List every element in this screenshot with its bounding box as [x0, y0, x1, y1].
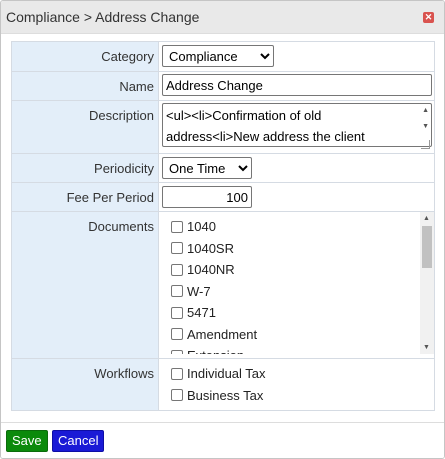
periodicity-field-cell: One Time: [158, 153, 435, 183]
document-item[interactable]: 1040SR: [171, 238, 434, 260]
periodicity-label-cell: Periodicity: [11, 153, 159, 183]
checkbox[interactable]: [171, 285, 183, 298]
form-table: Category Compliance Name Description <: [11, 41, 435, 411]
description-field-cell: <ul><li>Confirmation of old address<li>N…: [158, 100, 435, 154]
footer: Save Cancel: [1, 422, 444, 458]
workflow-item-label: Individual Tax: [187, 366, 266, 382]
name-label-cell: Name: [11, 71, 159, 101]
fee-field-cell: [158, 182, 435, 212]
description-textarea[interactable]: <ul><li>Confirmation of old address<li>N…: [162, 103, 432, 147]
workflow-item-label: Business Tax: [187, 387, 264, 403]
document-item[interactable]: 5471: [171, 302, 434, 324]
document-item-label: Extension: [187, 348, 244, 354]
periodicity-label: Periodicity: [94, 161, 154, 176]
close-icon[interactable]: ✕: [423, 12, 434, 23]
category-label-cell: Category: [11, 41, 159, 72]
documents-field-cell: 1040 1040SR 1040NR W-7 5471 Amendment Extensio…: [158, 211, 435, 359]
document-item[interactable]: 1040NR: [171, 259, 434, 281]
periodicity-select[interactable]: One Time: [162, 157, 252, 179]
workflow-item[interactable]: Individual Tax: [171, 363, 434, 385]
documents-list[interactable]: 1040 1040SR 1040NR W-7 5471 Amendment Extensio…: [162, 212, 434, 354]
checkbox[interactable]: [171, 349, 183, 354]
category-label: Category: [101, 49, 154, 64]
workflow-item[interactable]: Business Tax: [171, 385, 434, 407]
checkbox[interactable]: [171, 328, 183, 341]
titlebar: Compliance > Address Change ✕: [1, 1, 444, 34]
checkbox[interactable]: [171, 306, 183, 319]
name-field-cell: [158, 71, 435, 101]
workflows-label: Workflows: [94, 366, 154, 381]
document-item-label: Amendment: [187, 326, 258, 342]
checkbox[interactable]: [171, 242, 183, 255]
document-item-label: 1040NR: [187, 262, 235, 278]
documents-label-cell: Documents: [11, 211, 159, 359]
documents-scrollbar[interactable]: ▲ ▼: [420, 212, 434, 354]
description-label-cell: Description: [11, 100, 159, 154]
workflows-items: Individual Tax Business Tax: [171, 359, 434, 406]
workflows-label-cell: Workflows: [11, 358, 159, 411]
document-item-label: 1040: [187, 219, 216, 235]
cancel-button[interactable]: Cancel: [52, 430, 105, 452]
documents-items: 1040 1040SR 1040NR W-7 5471 Amendment Extensio…: [162, 212, 434, 354]
checkbox[interactable]: [171, 220, 183, 233]
category-select[interactable]: Compliance: [162, 45, 274, 67]
workflows-field-cell: Individual Tax Business Tax: [158, 358, 435, 411]
document-item-label: 1040SR: [187, 240, 234, 256]
fee-label: Fee Per Period: [66, 190, 154, 205]
scroll-up-icon[interactable]: ▲: [423, 215, 430, 222]
documents-label: Documents: [88, 219, 154, 234]
name-label: Name: [119, 79, 154, 94]
fee-label-cell: Fee Per Period: [11, 182, 159, 212]
resize-grip-icon[interactable]: [421, 140, 430, 149]
document-item-label: 5471: [187, 305, 216, 321]
save-button[interactable]: Save: [6, 430, 48, 452]
scroll-down-icon[interactable]: ▼: [422, 123, 429, 130]
description-wrap: <ul><li>Confirmation of old address<li>N…: [162, 103, 432, 151]
scroll-up-icon[interactable]: ▲: [422, 107, 429, 114]
document-item[interactable]: W-7: [171, 281, 434, 303]
description-label: Description: [88, 108, 154, 123]
scroll-down-icon[interactable]: ▼: [423, 344, 430, 351]
scrollbar-thumb[interactable]: [422, 226, 432, 268]
dialog: Compliance > Address Change ✕ Category C…: [0, 0, 445, 459]
document-item[interactable]: Amendment: [171, 324, 434, 346]
checkbox[interactable]: [171, 367, 183, 380]
document-item-label: W-7: [187, 283, 211, 299]
dialog-title: Compliance > Address Change: [6, 9, 200, 25]
checkbox[interactable]: [171, 389, 183, 402]
category-field-cell: Compliance: [158, 41, 435, 72]
name-input[interactable]: [162, 74, 432, 96]
document-item[interactable]: Extension: [171, 345, 434, 354]
checkbox[interactable]: [171, 263, 183, 276]
document-item[interactable]: 1040: [171, 216, 434, 238]
fee-input[interactable]: [162, 186, 252, 208]
